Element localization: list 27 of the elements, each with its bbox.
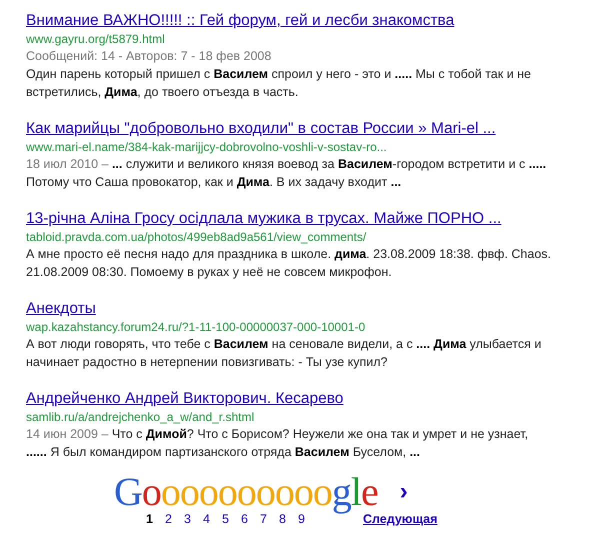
page-link[interactable]: 8 bbox=[279, 511, 298, 527]
page-link[interactable]: 6 bbox=[241, 511, 260, 527]
page-link[interactable]: 4 bbox=[203, 511, 222, 527]
result-meta: Сообщений: 14 - Авторов: 7 - 18 фев 2008 bbox=[26, 48, 272, 65]
result-title-link[interactable]: Внимание ВАЖНО!!!!! :: Гей форум, гей и лесби знакомства bbox=[26, 12, 454, 29]
next-link[interactable]: Следующая bbox=[363, 511, 438, 527]
result-snippet: 14 июн 2009 – Что с Димой? Что с Борисом? Неужели же она так и умрет и не узнает, ...... Я был командиром партизанского отряда Василем Буселом, ... bbox=[26, 426, 530, 461]
result-url: samlib.ru/a/andrejchenko_a_w/and_r.shtml bbox=[26, 409, 256, 425]
page-link[interactable]: 7 bbox=[260, 511, 279, 527]
result-title-link[interactable]: Как марийцы "добровольно входили" в состав России » Mari-el ... bbox=[26, 120, 496, 137]
result-url: tabloid.pravda.com.ua/photos/499eb8ad9a561/view_comments/ bbox=[26, 229, 368, 245]
result-snippet: А мне просто её песня надо для праздника в школе. дима. 23.08.2009 18:38. фвф. Chaos. 21.08.2009 08:30. Помоему в руках у неё не совсем микрофон. bbox=[26, 246, 551, 281]
page-link[interactable]: 9 bbox=[298, 511, 317, 527]
page-link[interactable]: 5 bbox=[222, 511, 241, 527]
result-url: www.gayru.org/t5879.html bbox=[26, 31, 166, 47]
next-arrow[interactable]: › bbox=[400, 478, 408, 506]
result-title-link[interactable]: Андрейченко Андрей Викторович. Кесарево bbox=[26, 390, 344, 407]
result-snippet: 18 июл 2010 – ... служити и великого князя воевод за Василем-городом встретити и с ..... Потому что Саша провокатор, как и Дима. В их задачу входит ... bbox=[26, 156, 548, 191]
result-snippet: Один парень который пришел с Василем спроил у него - это и ..... Мы с тобой так и не встретились, Дима, до твоего отъезда в часть. bbox=[26, 66, 532, 101]
page-link[interactable]: 2 bbox=[165, 511, 184, 527]
result-url: wap.kazahstancy.forum24.ru/?1-11-100-00000037-000-10001-0 bbox=[26, 319, 366, 335]
result-title-link[interactable]: 13-річна Аліна Гросу осідлала мужика в трусах. Майже ПОРНО ... bbox=[26, 210, 502, 227]
page-link[interactable]: 3 bbox=[184, 511, 203, 527]
result-url: www.mari-el.name/384-kak-marijjcy-dobrovolno-voshli-v-sostav-ro... bbox=[26, 139, 388, 155]
result-snippet: А вот люди говорять, что тебе с Василем на сеновале видели, а с .... Дима улыбается и начинает радостно в нетерпении повизгивать: - Ты узе купил? bbox=[26, 336, 542, 371]
page-link[interactable]: 1 bbox=[146, 511, 165, 527]
result-title-link[interactable]: Анекдоты bbox=[26, 300, 96, 317]
